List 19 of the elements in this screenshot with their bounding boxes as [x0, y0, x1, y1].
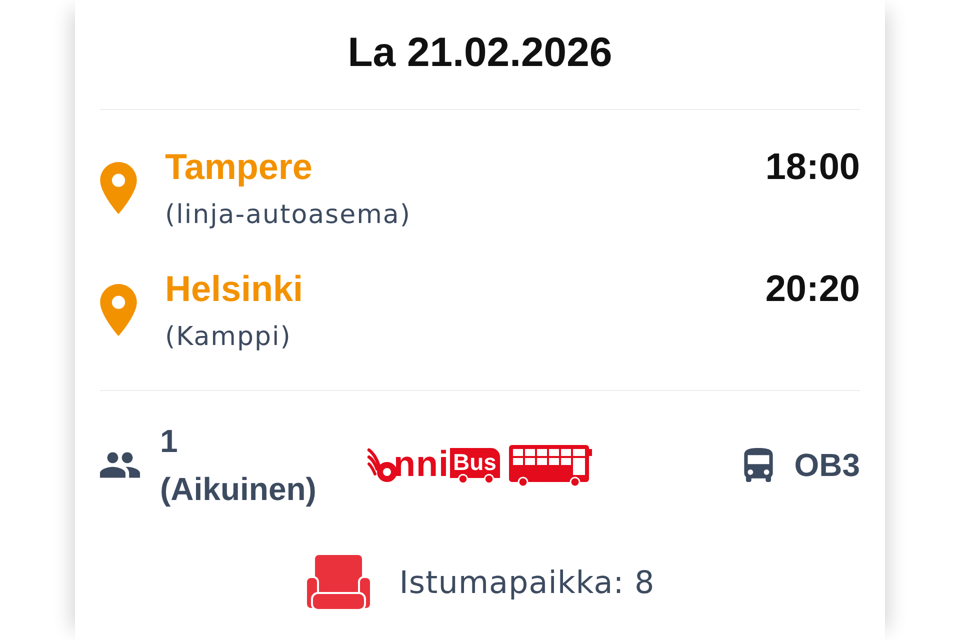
trip-date: La 21.02.2026 [348, 28, 612, 76]
double-decker-bus-icon [509, 444, 594, 488]
seat-number: Istumapaikka: 8 [399, 564, 655, 603]
departure-time: 20:20 [765, 269, 860, 309]
line-code: OB3 [794, 446, 860, 485]
people-icon [100, 452, 140, 478]
bus-icon [744, 448, 774, 482]
logo-badge: Bus [450, 448, 500, 484]
armchair-icon [305, 555, 372, 611]
map-pin-icon [100, 162, 137, 214]
departure-time: 18:00 [765, 147, 860, 187]
logo-wordmark: nni [394, 444, 450, 484]
passenger-count: 1 (Aikuinen) [160, 422, 316, 509]
stop-station: (Kamppi) [165, 321, 292, 354]
winged-ring-icon [366, 447, 397, 485]
stop-city: Helsinki [165, 269, 304, 309]
map-pin-icon [100, 284, 137, 336]
stop-station: (linja-autoasema) [165, 199, 411, 232]
stop-city: Tampere [165, 147, 312, 187]
